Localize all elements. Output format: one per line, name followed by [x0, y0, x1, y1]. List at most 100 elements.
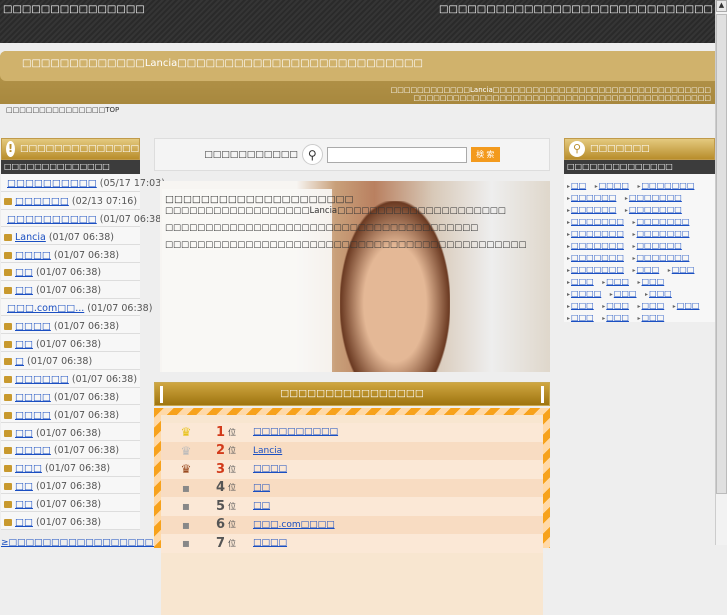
recent-entry-link[interactable]: Lancia	[15, 232, 46, 243]
tag-link[interactable]: □□□	[649, 289, 672, 298]
recent-entry-link[interactable]: □□	[15, 339, 33, 350]
recent-entry-link[interactable]: □□□□	[15, 392, 51, 403]
tag-link[interactable]: □□□	[606, 301, 629, 310]
tag-item: □□□□□□□	[567, 253, 624, 262]
site-title[interactable]: □□□□□□□□□□□□□□□	[3, 4, 145, 15]
search-button[interactable]: 検 索	[471, 147, 500, 162]
hero-text: □□□□□□□□□□□□□□□□□□□□□ □□□□□□□□□□□□□□□□□□…	[162, 189, 332, 372]
tag-cloud-header: ⚲□□□□□□□	[564, 138, 715, 160]
tag-link[interactable]: □□□	[637, 265, 660, 274]
ranking-link[interactable]: □□□□	[253, 464, 287, 474]
tag-item: □□□	[673, 301, 700, 310]
hero-heading: □□□□□□□□□□□□□□□□□□□□□	[165, 194, 329, 205]
tag-link[interactable]: □□□	[642, 313, 665, 322]
tag-link[interactable]: □□□	[571, 301, 594, 310]
recent-entry-link[interactable]: □□□□	[15, 321, 51, 332]
tag-link[interactable]: □□□	[642, 301, 665, 310]
tag-link[interactable]: □□□□□□□	[629, 205, 682, 214]
recent-entry-link[interactable]: □□□□□□	[15, 374, 69, 385]
tag-link[interactable]: □□□	[606, 313, 629, 322]
recent-entry-link[interactable]: □□□□□□	[15, 196, 69, 207]
mail-bullet-icon	[4, 447, 12, 454]
tag-link[interactable]: □□□	[571, 277, 594, 286]
tag-item: □□□□□□	[632, 241, 681, 250]
recent-entry-date: (01/07 06:38)	[36, 267, 101, 278]
mail-bullet-icon	[4, 465, 12, 472]
recent-entry: □□(01/07 06:38)	[1, 423, 140, 441]
recent-entry-link[interactable]: □□□□	[15, 410, 51, 421]
recent-entry-link[interactable]: □	[15, 356, 24, 367]
tag-link[interactable]: □□□□□□□	[571, 253, 624, 262]
recent-entry-link[interactable]: □□□□□□□□□□	[7, 214, 97, 225]
tag-link[interactable]: □□□	[677, 301, 700, 310]
scroll-up-arrow[interactable]: ▲	[716, 0, 727, 12]
breadcrumb[interactable]: □□□□□□□□□□□□□□□TOP	[6, 106, 119, 114]
tag-link[interactable]: □□□□□□□	[629, 193, 682, 202]
tag-link[interactable]: □□□□□□	[637, 241, 682, 250]
tag-item: □□□	[638, 277, 665, 286]
recent-entry-link[interactable]: □□□□	[15, 250, 51, 261]
scrollbar[interactable]: ▲	[715, 0, 727, 545]
ranking-link[interactable]: □□□□□□□□□□	[253, 427, 338, 437]
recent-entries-title: □□□□□□□□□□□□□□	[20, 144, 139, 154]
search-input[interactable]	[327, 147, 467, 163]
recent-entry-link[interactable]: □□	[15, 481, 33, 492]
recent-entry-link[interactable]: □□□.com□□...	[7, 303, 84, 314]
tag-item: □□□	[632, 265, 659, 274]
tag-link[interactable]: □□□□□□□	[637, 229, 690, 238]
tag-link[interactable]: □□□	[672, 265, 695, 274]
recent-entry-link[interactable]: □□	[15, 285, 33, 296]
recent-entry-link[interactable]: □□	[15, 499, 33, 510]
tag-link[interactable]: □□□□□□	[571, 193, 616, 202]
tag-item: □□□	[567, 277, 594, 286]
tag-link[interactable]: □□	[571, 181, 586, 190]
tag-link[interactable]: □□□	[606, 277, 629, 286]
banner: □□□□□□□□□□□□□Lancia□□□□□□□□□□□□□□□□□□□□□…	[0, 51, 715, 104]
tag-link[interactable]: □□□	[642, 277, 665, 286]
tag-link[interactable]: □□□□	[599, 181, 629, 190]
ranking-link[interactable]: □□	[253, 483, 270, 493]
recent-entry-date: (01/07 06:38)	[36, 339, 101, 350]
recent-entry: □□□(01/07 06:38)	[1, 459, 140, 477]
tag-link[interactable]: □□□□□□□	[571, 265, 624, 274]
recent-entry-link[interactable]: □□□□	[15, 445, 51, 456]
recent-entry: □□□□□□□□□□(01/07 06:38)	[1, 210, 140, 228]
bullet-icon: ▪	[161, 499, 211, 513]
ranking-link[interactable]: □□□.com□□□□	[253, 520, 335, 530]
tag-link[interactable]: □□□□□□□	[637, 217, 690, 226]
tag-link[interactable]: □□□□	[571, 289, 601, 298]
tag-link[interactable]: □□□	[571, 313, 594, 322]
recent-entry-link[interactable]: □□	[15, 428, 33, 439]
tag-link[interactable]: □□□□□□□	[571, 229, 624, 238]
recent-entry-link[interactable]: □□□□□□□□□□	[7, 178, 97, 189]
tag-cloud-sidebar: ⚲□□□□□□□ □□□□□□□□□□□□□□ □□ □□□□ □□□□□□□ …	[564, 138, 715, 322]
ranking-row: ▪6位□□□.com□□□□	[161, 516, 543, 535]
tag-link[interactable]: □□□□□□□	[571, 217, 624, 226]
site-header: □□□□□□□□□□□□□□□ □□□□□□□□□□□□□□□□□□□□□□□□…	[0, 0, 715, 43]
tag-link[interactable]: □□□□□□□	[642, 181, 695, 190]
recent-entry-link[interactable]: □□□	[15, 463, 42, 474]
recent-entry-link[interactable]: □□	[15, 517, 33, 528]
mail-bullet-icon	[4, 483, 12, 490]
recent-entry-date: (01/07 06:38)	[36, 517, 101, 528]
rank-number: 5	[211, 499, 225, 514]
mail-bullet-icon	[4, 358, 12, 365]
tag-link[interactable]: □□□□□□	[571, 205, 616, 214]
mail-bullet-icon	[4, 376, 12, 383]
ranking-link[interactable]: □□	[253, 501, 270, 511]
tag-item: □□□	[638, 313, 665, 322]
tag-link[interactable]: □□□	[614, 289, 637, 298]
recent-entry: □□(01/07 06:38)	[1, 512, 140, 530]
tag-link[interactable]: □□□□□□□	[571, 241, 624, 250]
ranking-link[interactable]: Lancia	[253, 446, 282, 456]
mail-bullet-icon	[4, 287, 12, 294]
recent-entry-link[interactable]: □□	[15, 267, 33, 278]
tag-item: □□□□□□□	[567, 229, 624, 238]
mail-bullet-icon	[4, 323, 12, 330]
tag-link[interactable]: □□□□□□□	[637, 253, 690, 262]
tag-item: □□□□□□□	[567, 241, 624, 250]
scrollbar-thumb[interactable]	[716, 14, 727, 494]
ranking-link[interactable]: □□□□	[253, 538, 287, 548]
recent-entry-date: (01/07 06:38)	[54, 445, 119, 456]
silver-crown-icon: ♛	[161, 444, 211, 458]
